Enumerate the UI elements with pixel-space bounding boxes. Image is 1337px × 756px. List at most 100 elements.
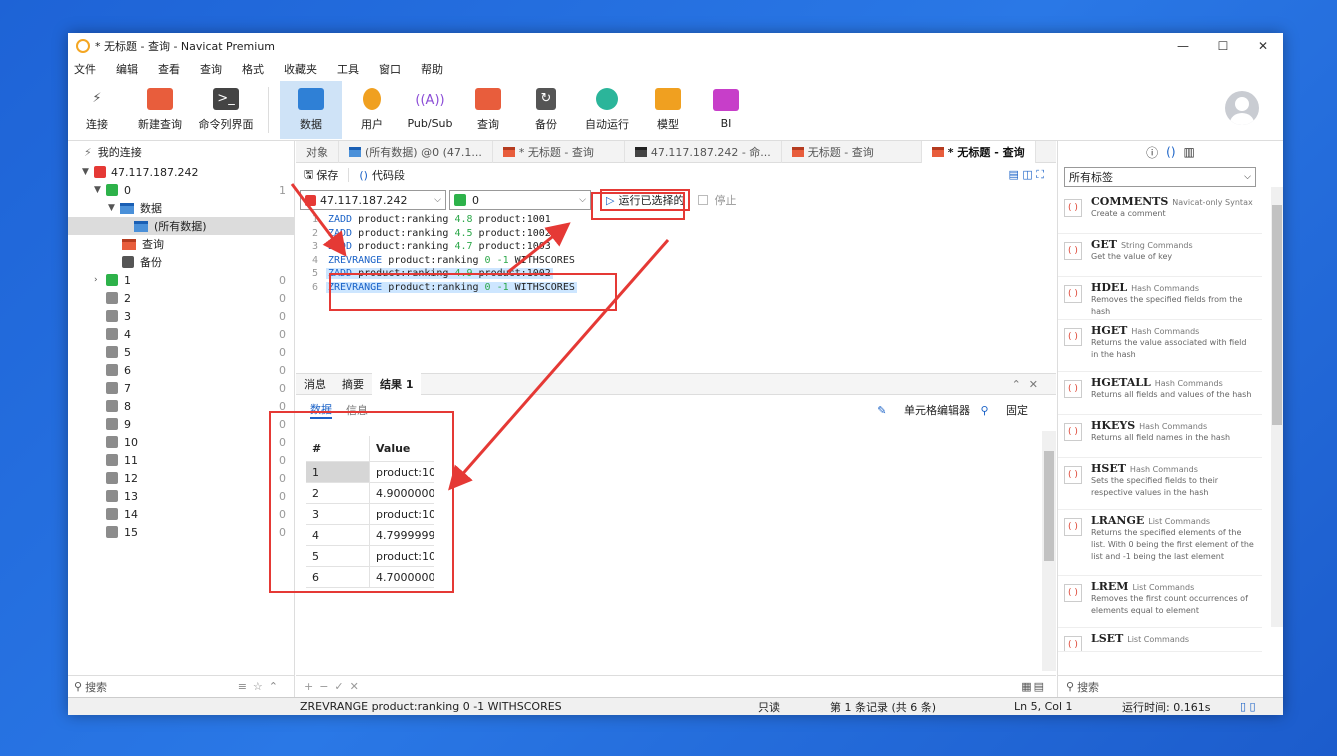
add-remove-apply-cancel-icons[interactable]: +−✓✕ [304,680,365,693]
snippet-item[interactable]: ( ) COMMENTS Navicat-only Syntax Create a c… [1058,191,1262,234]
info-icon[interactable]: ⓘ [1146,144,1158,161]
save-button[interactable]: 保存 [316,167,338,183]
snippet-item[interactable]: ( ) LSET List Commands [1058,628,1262,652]
all-data-node[interactable]: (所有数据) [68,217,294,235]
db0-node[interactable]: ▼ 0 1 [68,181,294,199]
data-node[interactable]: ▼ 数据 [68,199,294,217]
db-node[interactable]: › 1 0 [68,271,294,289]
view-toggle-icons[interactable]: ▦▤ [1021,680,1046,693]
user-avatar[interactable] [1225,91,1259,125]
data-button[interactable]: 数据 [280,80,342,139]
tag-filter-select[interactable]: 所有标签 ⌵ [1064,167,1256,187]
menu-help[interactable]: 帮助 [421,61,443,77]
db-label: 4 [124,327,131,341]
db-node[interactable]: 13 0 [68,487,294,505]
layout-icons[interactable]: ▤ ◫ ⛶ [1009,168,1044,182]
tree-search-bar[interactable]: ⚲ 搜索 ≡☆⌃ [68,675,294,697]
stop-checkbox[interactable] [698,195,709,205]
query-node[interactable]: 查询 [68,235,294,253]
db-node[interactable]: 11 0 [68,451,294,469]
db-node[interactable]: 20 [68,289,294,307]
grid-edit-bar[interactable]: +−✓✕ ▦▤ [296,675,1056,697]
db-node[interactable]: 30 [68,307,294,325]
model-button[interactable]: 模型 [640,81,696,139]
tab-objects[interactable]: 对象 [296,140,339,163]
db-node[interactable]: 50 [68,343,294,361]
chevron-down-icon[interactable]: ▼ [94,185,106,195]
columns-icon[interactable]: ▥ [1184,145,1195,159]
snippet-search-input[interactable]: 搜索 [1077,679,1099,695]
menu-view[interactable]: 查看 [158,61,180,77]
db-node[interactable]: 80 [68,397,294,415]
snippet-search-bar[interactable]: ⚲ 搜索 [1058,675,1283,697]
tab-query-1[interactable]: * 无标题 - 查询 [493,140,625,163]
db-node[interactable]: 70 [68,379,294,397]
server-node[interactable]: ▼ 47.117.187.242 [68,163,294,181]
menu-file[interactable]: 文件 [74,61,96,77]
cell-editor-button[interactable]: ✎ 单元格编辑器 [877,402,984,418]
result-scrollbar[interactable] [1042,431,1056,671]
query-button[interactable]: 查询 [460,81,516,139]
tab-command-line[interactable]: 47.117.187.242 - 命... [625,140,782,163]
code-snippet-icon[interactable]: () [1166,145,1175,159]
code-snippet-icon: ( ) [1064,285,1082,303]
stop-button[interactable]: 停止 [714,192,736,208]
snippet-item[interactable]: ( ) HGETALL Hash Commands Returns all field… [1058,372,1262,415]
chevron-down-icon[interactable]: ▼ [108,203,120,213]
snippet-item[interactable]: ( ) LREM List Commands Removes the first co… [1058,576,1262,628]
tab-result-1[interactable]: 结果 1 [372,373,422,395]
menu-favorites[interactable]: 收藏夹 [284,61,317,77]
connection-select[interactable]: 47.117.187.242 ⌵ [300,190,446,210]
code-text: ZADD product:ranking 4.7 product:1003 [326,241,553,252]
tab-query-2[interactable]: 无标题 - 查询 [782,140,922,163]
db-node[interactable]: 60 [68,361,294,379]
snippet-item[interactable]: ( ) GET String Commands Get the value of ke… [1058,234,1262,277]
new-query-button[interactable]: 新建查询 [127,81,193,139]
user-button[interactable]: 用户 [344,81,400,139]
scrollbar-thumb[interactable] [1044,451,1054,561]
snippet-scrollbar[interactable] [1271,187,1283,627]
pin-button[interactable]: ⚲ 固定 [980,402,1042,418]
db-node[interactable]: 90 [68,415,294,433]
bi-button[interactable]: BI [698,81,754,139]
tab-all-data[interactable]: (所有数据) @0 (47.1... [339,140,493,163]
menu-query[interactable]: 查询 [200,61,222,77]
tree-search-input[interactable]: 搜索 [85,679,107,695]
chevron-down-icon[interactable]: ▼ [82,167,94,177]
maximize-button[interactable]: ☐ [1203,33,1243,59]
close-button[interactable]: ✕ [1243,33,1283,59]
db-node[interactable]: 12 0 [68,469,294,487]
snippet-item[interactable]: ( ) HDEL Hash Commands Removes the specifie… [1058,277,1262,320]
db-node[interactable]: 14 0 [68,505,294,523]
database-select[interactable]: 0 ⌵ [449,190,591,210]
layout-toggle-icons[interactable]: ▯ ▯ [1240,700,1256,713]
collapse-close-icons[interactable]: ⌃✕ [1012,378,1046,391]
scrollbar-thumb[interactable] [1272,205,1282,425]
menu-tools[interactable]: 工具 [337,61,359,77]
minimize-button[interactable]: — [1163,33,1203,59]
tree-filter-icons[interactable]: ≡☆⌃ [238,680,284,693]
automation-button[interactable]: 自动运行 [576,81,638,139]
snippet-item[interactable]: ( ) HKEYS Hash Commands Returns all field n… [1058,415,1262,458]
menu-edit[interactable]: 编辑 [116,61,138,77]
tab-query-active[interactable]: * 无标题 - 查询 [921,140,1036,163]
snippet-item[interactable]: ( ) LRANGE List Commands Returns the specif… [1058,510,1262,576]
chevron-right-icon[interactable]: › [94,275,106,285]
pubsub-button[interactable]: ((A)) Pub/Sub [402,81,458,139]
connect-button[interactable]: ⚡ 连接 [69,81,125,139]
db-node[interactable]: 40 [68,325,294,343]
backup-node[interactable]: 备份 [68,253,294,271]
snippet-item[interactable]: ( ) HGET Hash Commands Returns the value as… [1058,320,1262,372]
db-node[interactable]: 15 0 [68,523,294,541]
automation-label: 自动运行 [585,117,629,131]
snippet-item[interactable]: ( ) HSET Hash Commands Sets the specified f… [1058,458,1262,510]
tab-messages[interactable]: 消息 [296,373,334,395]
tab-summary[interactable]: 摘要 [334,373,372,395]
snippet-button[interactable]: 代码段 [372,167,405,183]
backup-button[interactable]: ↻ 备份 [518,81,574,139]
argument: WITHSCORES [508,254,575,266]
menu-window[interactable]: 窗口 [379,61,401,77]
menu-format[interactable]: 格式 [242,61,264,77]
command-line-button[interactable]: >_ 命令列界面 [195,81,257,139]
db-node[interactable]: 10 0 [68,433,294,451]
